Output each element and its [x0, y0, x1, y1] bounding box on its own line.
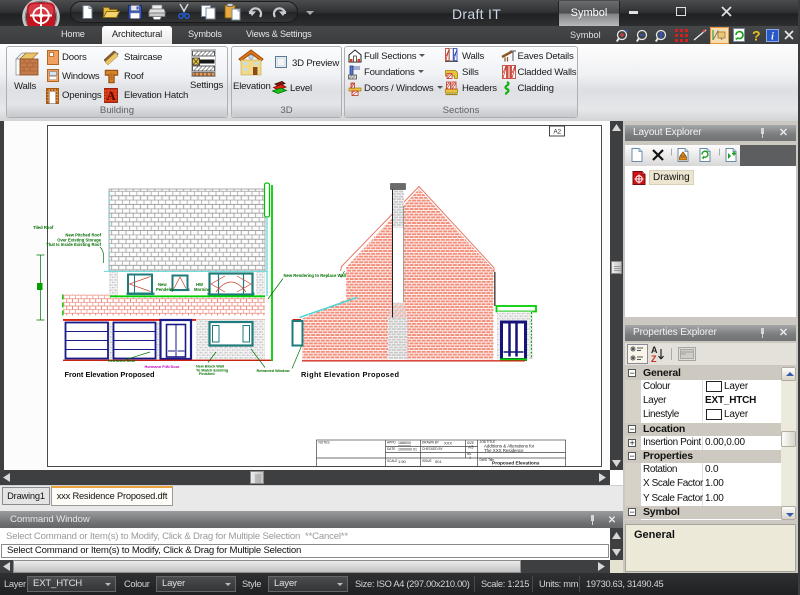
svg-text:i: i [771, 32, 774, 43]
svg-text:Front Elevation Proposed: Front Elevation Proposed [65, 370, 155, 379]
svg-text:Right Elevation Proposed: Right Elevation Proposed [301, 370, 399, 379]
svg-text:DRAWN BY: DRAWN BY [422, 441, 440, 445]
svg-text:Finished: Finished [199, 372, 215, 376]
svg-text:Z: Z [651, 354, 657, 364]
svg-text:Hormann P4N Door: Hormann P4N Door [145, 365, 181, 369]
svg-text:A: A [106, 88, 116, 103]
svg-text:SCALE: SCALE [387, 459, 397, 463]
svg-text:XXX: XXX [444, 441, 452, 446]
svg-text:Retracted Window: Retracted Window [257, 369, 290, 373]
svg-text:New Rendering to Replace Wall: New Rendering to Replace Wall [284, 273, 346, 278]
svg-text:CHECKED BY: CHECKED BY [422, 447, 444, 451]
svg-text:Retracted Door: Retracted Door [108, 359, 136, 363]
svg-text:Proposed Elevations: Proposed Elevations [492, 461, 540, 467]
svg-text:Pendelry: Pendelry [156, 287, 174, 292]
svg-text:ISSUE: ISSUE [422, 459, 432, 463]
svg-text:The XXX Residence: The XXX Residence [484, 448, 524, 453]
svg-text:001: 001 [435, 459, 442, 464]
svg-text:?: ? [752, 28, 761, 44]
svg-text:DATE: DATE [387, 447, 395, 451]
svg-text:1000000 01: 1000000 01 [398, 448, 417, 452]
svg-text:NOTES: NOTES [319, 441, 330, 445]
svg-text:4: 4 [469, 456, 471, 460]
svg-text:1:50: 1:50 [398, 459, 407, 464]
svg-text:APPD: APPD [387, 441, 396, 445]
svg-text:Tiled Roof: Tiled Roof [33, 225, 54, 230]
svg-text:Morning: Morning [194, 287, 211, 292]
svg-text:That Is Inside Existing Roof: That Is Inside Existing Roof [46, 242, 102, 247]
svg-text:A3: A3 [468, 445, 474, 450]
svg-text:1888/00: 1888/00 [398, 441, 411, 445]
svg-text:A2: A2 [554, 129, 562, 136]
